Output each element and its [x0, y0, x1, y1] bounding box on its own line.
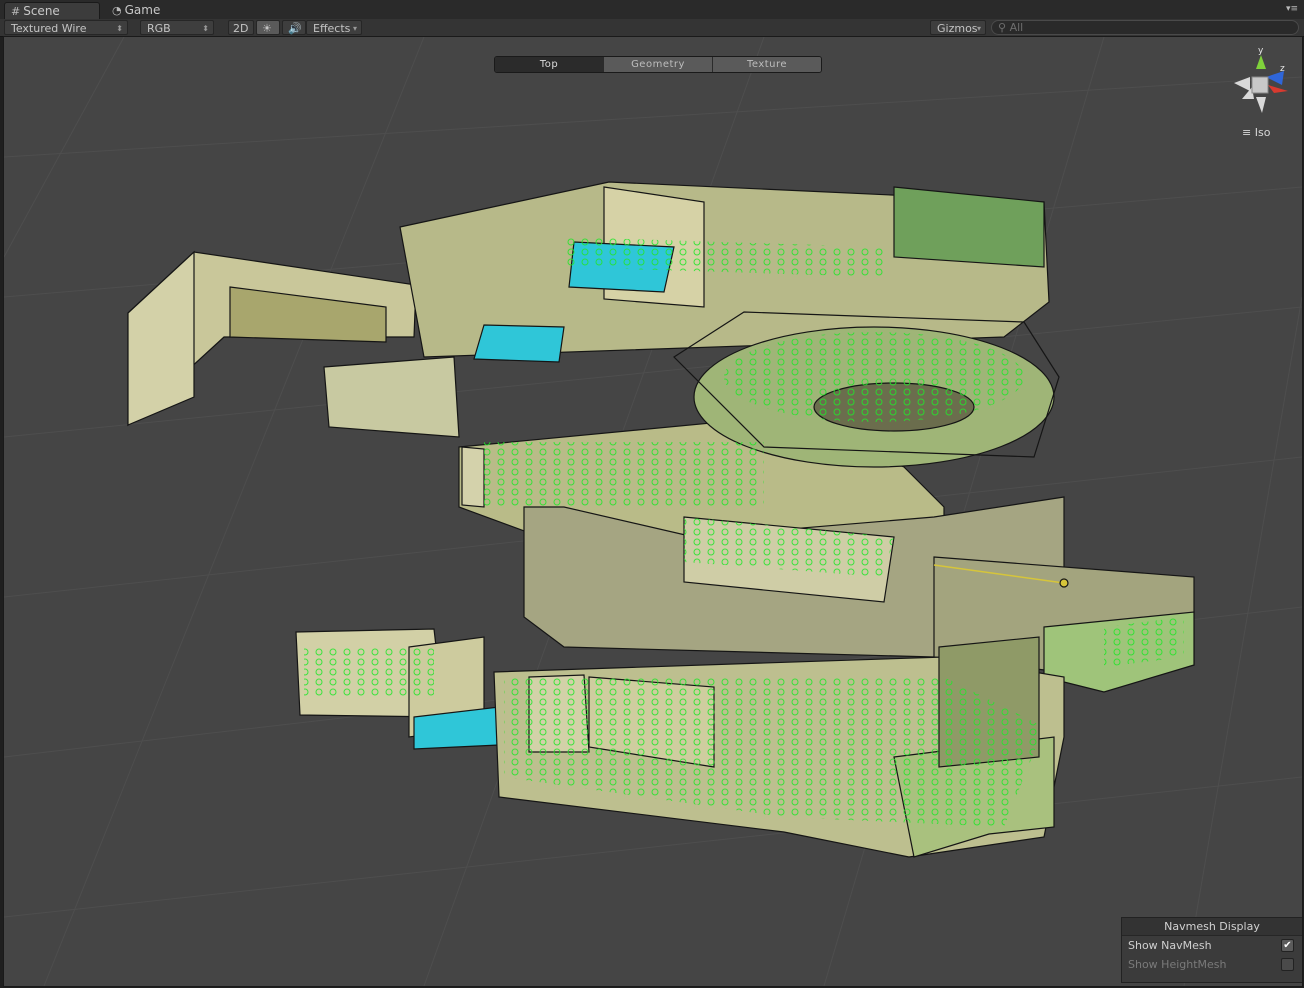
- grid-icon: #: [11, 5, 21, 18]
- tab-scene-label: Scene: [23, 4, 60, 18]
- view-tab-top[interactable]: Top: [495, 57, 604, 72]
- render-mode-dropdown[interactable]: Textured Wire ⬍: [4, 20, 128, 35]
- view-tab-geometry[interactable]: Geometry: [604, 57, 713, 72]
- sun-icon: ☀: [262, 22, 272, 35]
- show-heightmesh-checkbox: [1281, 958, 1294, 971]
- tab-menu-icon[interactable]: ▾≡: [1286, 4, 1298, 14]
- show-navmesh-label: Show NavMesh: [1128, 939, 1212, 952]
- projection-label: Iso: [1254, 126, 1271, 139]
- search-icon: ⚲: [998, 21, 1007, 34]
- toggle-2d-button[interactable]: 2D: [228, 20, 254, 35]
- editor-tab-bar: # Scene ◔ Game ▾≡: [0, 0, 1304, 20]
- show-heightmesh-label: Show HeightMesh: [1128, 958, 1227, 971]
- tab-game[interactable]: ◔ Game: [106, 2, 196, 19]
- scene-toolbar: Textured Wire ⬍ RGB ⬍ 2D ☀ 🔊 Effects ▾ Gizm…: [0, 19, 1304, 37]
- dropdown-arrow-icon: ⬍: [202, 24, 209, 33]
- lighting-toggle[interactable]: ☀: [256, 20, 280, 35]
- audio-toggle[interactable]: 🔊: [282, 20, 306, 35]
- navmesh-display-panel: Navmesh Display Show NavMesh ✔ Show Heig…: [1121, 917, 1302, 983]
- toggle-2d-label: 2D: [233, 22, 249, 35]
- scene-geometry: [4, 37, 1302, 986]
- show-heightmesh-row: Show HeightMesh: [1122, 955, 1302, 974]
- search-placeholder: All: [1009, 21, 1024, 34]
- effects-label: Effects: [313, 22, 351, 35]
- render-mode-value: Textured Wire: [11, 22, 87, 35]
- color-mode-dropdown[interactable]: RGB ⬍: [140, 20, 214, 35]
- show-navmesh-checkbox[interactable]: ✔: [1281, 939, 1294, 952]
- gizmos-label: Gizmos: [937, 22, 978, 35]
- z-axis-label: z: [1280, 64, 1285, 74]
- scene-search-input[interactable]: ⚲ All: [991, 20, 1299, 35]
- effects-dropdown[interactable]: Effects ▾: [306, 20, 362, 35]
- dropdown-arrow-icon: ▾: [976, 24, 981, 33]
- tab-game-label: Game: [124, 3, 161, 17]
- hamburger-icon: ≡: [1242, 126, 1252, 139]
- scene-viewport[interactable]: Top Geometry Texture y z ≡ Iso Navmesh D…: [3, 36, 1303, 987]
- show-navmesh-row[interactable]: Show NavMesh ✔: [1122, 936, 1302, 955]
- projection-toggle[interactable]: ≡ Iso: [1242, 126, 1270, 139]
- pacman-icon: ◔: [112, 4, 122, 17]
- view-tab-texture[interactable]: Texture: [713, 57, 821, 72]
- dropdown-arrow-icon: ▾: [352, 24, 357, 33]
- gizmos-dropdown[interactable]: Gizmos ▾: [930, 20, 986, 35]
- y-axis-label: y: [1258, 47, 1264, 56]
- color-mode-value: RGB: [147, 22, 171, 35]
- dropdown-arrow-icon: ⬍: [116, 24, 123, 33]
- tab-scene[interactable]: # Scene: [4, 2, 100, 19]
- view-mode-tabs: Top Geometry Texture: [494, 56, 822, 73]
- navmesh-display-title: Navmesh Display: [1122, 918, 1302, 936]
- speaker-icon: 🔊: [288, 22, 302, 35]
- orientation-gizmo-icon[interactable]: y z: [1226, 47, 1296, 117]
